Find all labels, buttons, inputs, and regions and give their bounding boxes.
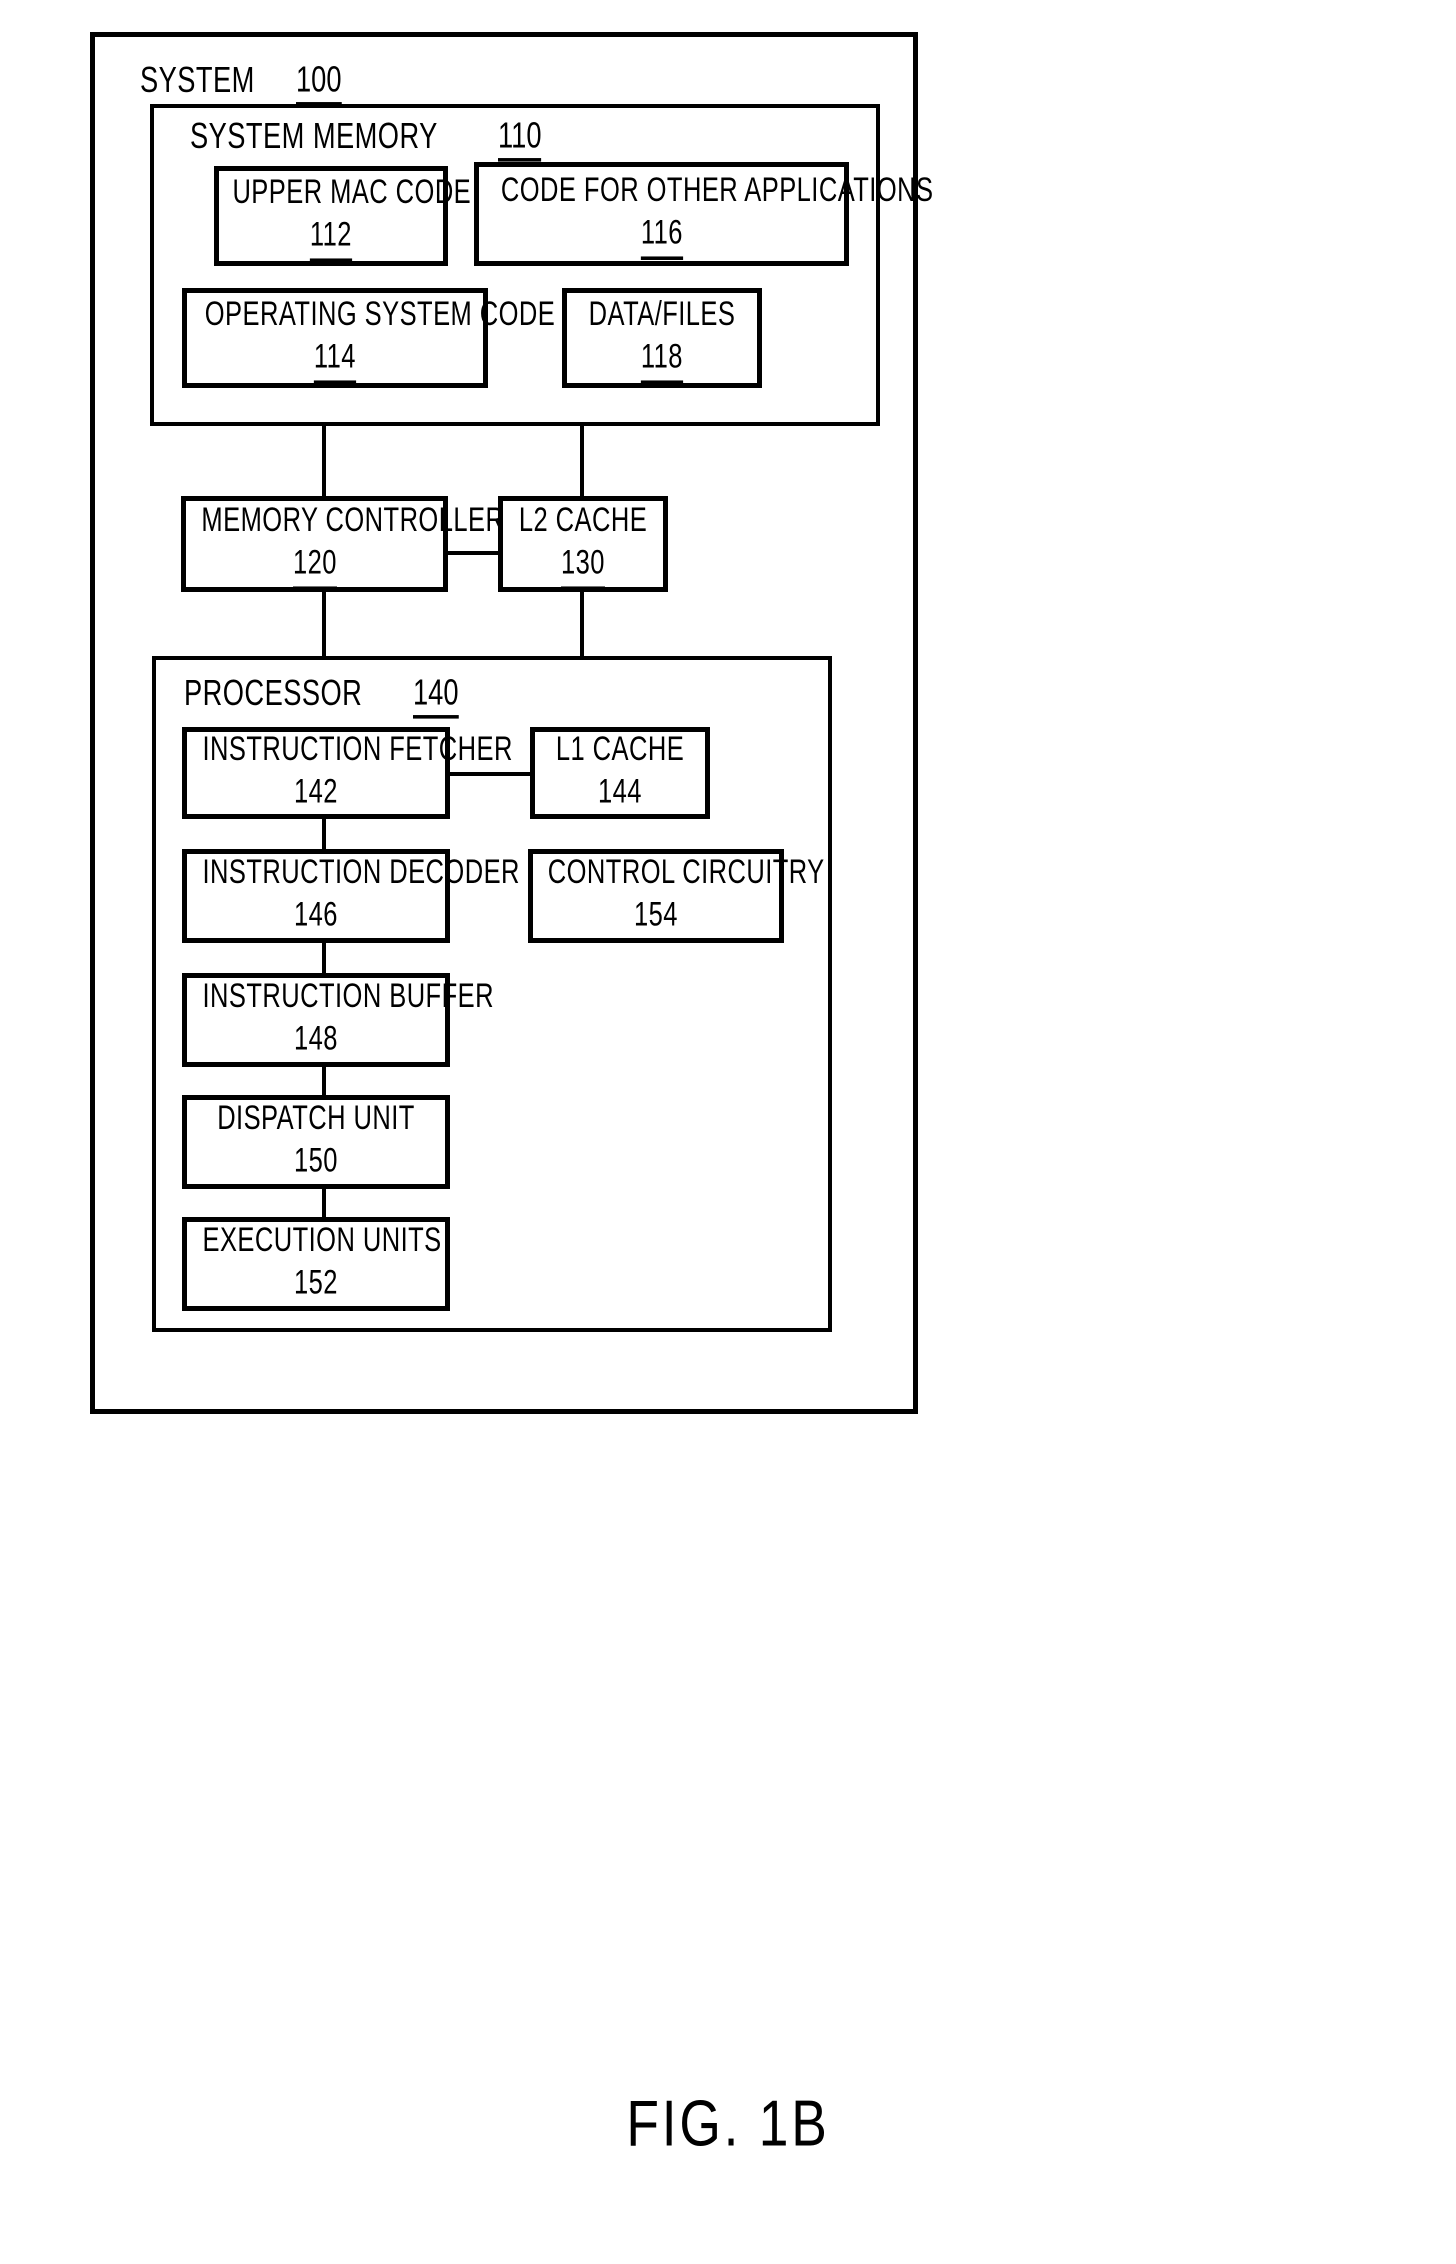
block-memory-controller: MEMORY CONTROLLER 120 [181, 496, 505, 592]
block-operating-system-code-ref: 114 [313, 335, 356, 385]
connector-decoder-to-buffer [322, 943, 326, 973]
connector-memory-to-controller [322, 426, 326, 496]
block-instruction-decoder-label: INSTRUCTION DECODER [202, 853, 520, 892]
block-instruction-decoder: INSTRUCTION DECODER 146 [182, 849, 520, 943]
system-label: SYSTEM [140, 58, 255, 101]
block-execution-units-ref: 152 [294, 1261, 338, 1311]
block-upper-mac-code-ref: 112 [309, 213, 352, 263]
block-operating-system-code-label: OPERATING SYSTEM CODE [204, 295, 556, 334]
block-l1-cache-label: L1 CACHE [555, 730, 685, 769]
connector-controller-to-l2cache [446, 551, 500, 555]
connector-l2cache-to-processor [580, 592, 584, 656]
block-instruction-buffer: INSTRUCTION BUFFER 148 [182, 973, 494, 1067]
connector-dispatch-to-execution [322, 1189, 326, 1217]
processor-ref: 140 [412, 671, 459, 719]
block-upper-mac-code: UPPER MAC CODE 112 [214, 166, 472, 266]
block-control-circuitry-ref: 154 [634, 893, 678, 943]
patent-figure-canvas: SYSTEM 100 SYSTEM MEMORY 110 UPPER MAC COD… [0, 0, 1456, 2264]
block-code-for-other-applications: CODE FOR OTHER APPLICATIONS 116 [474, 162, 934, 266]
block-l1-cache: L1 CACHE 144 [530, 727, 710, 820]
block-dispatch-unit-label: DISPATCH UNIT [217, 1099, 415, 1138]
figure-caption: FIG. 1B [626, 2087, 830, 2160]
block-upper-mac-code-label: UPPER MAC CODE [232, 173, 472, 212]
block-operating-system-code: OPERATING SYSTEM CODE 114 [182, 288, 556, 388]
system-ref: 100 [296, 58, 342, 106]
system-header: SYSTEM 100 [140, 58, 348, 106]
block-l2-cache-label: L2 CACHE [518, 501, 648, 540]
block-memory-controller-label: MEMORY CONTROLLER [201, 501, 505, 540]
block-code-for-other-applications-ref: 116 [640, 211, 683, 261]
block-l2-cache: L2 CACHE 130 [498, 496, 668, 592]
block-instruction-buffer-ref: 148 [294, 1017, 338, 1067]
block-execution-units: EXECUTION UNITS 152 [182, 1217, 450, 1311]
connector-fetcher-to-l1cache [448, 772, 532, 776]
connector-fetcher-to-decoder [322, 819, 326, 849]
block-instruction-fetcher-ref: 142 [294, 770, 338, 820]
processor-label: PROCESSOR [184, 671, 363, 714]
block-data-files-ref: 118 [640, 335, 683, 385]
block-execution-units-label: EXECUTION UNITS [202, 1221, 442, 1260]
block-instruction-decoder-ref: 146 [294, 893, 338, 943]
block-instruction-buffer-label: INSTRUCTION BUFFER [202, 977, 494, 1016]
connector-buffer-to-dispatch [322, 1067, 326, 1095]
block-data-files: DATA/FILES 118 [562, 288, 762, 388]
block-data-files-label: DATA/FILES [588, 295, 736, 334]
system-memory-label: SYSTEM MEMORY [190, 114, 438, 157]
processor-header: PROCESSOR 140 [184, 671, 464, 719]
connector-memory-to-l2cache [580, 426, 584, 496]
block-dispatch-unit: DISPATCH UNIT 150 [182, 1095, 450, 1189]
block-instruction-fetcher-label: INSTRUCTION FETCHER [202, 730, 513, 769]
system-memory-header: SYSTEM MEMORY 110 [190, 114, 547, 162]
block-control-circuitry-label: CONTROL CIRCUITRY [547, 853, 825, 892]
block-control-circuitry: CONTROL CIRCUITRY 154 [528, 849, 825, 943]
block-code-for-other-applications-label: CODE FOR OTHER APPLICATIONS [500, 171, 934, 210]
block-instruction-fetcher: INSTRUCTION FETCHER 142 [182, 727, 513, 820]
block-dispatch-unit-ref: 150 [294, 1139, 338, 1189]
block-l2-cache-ref: 130 [561, 541, 605, 591]
block-l1-cache-ref: 144 [598, 770, 642, 820]
block-memory-controller-ref: 120 [292, 541, 337, 591]
system-memory-ref: 110 [497, 114, 542, 162]
connector-controller-to-processor [322, 592, 326, 656]
